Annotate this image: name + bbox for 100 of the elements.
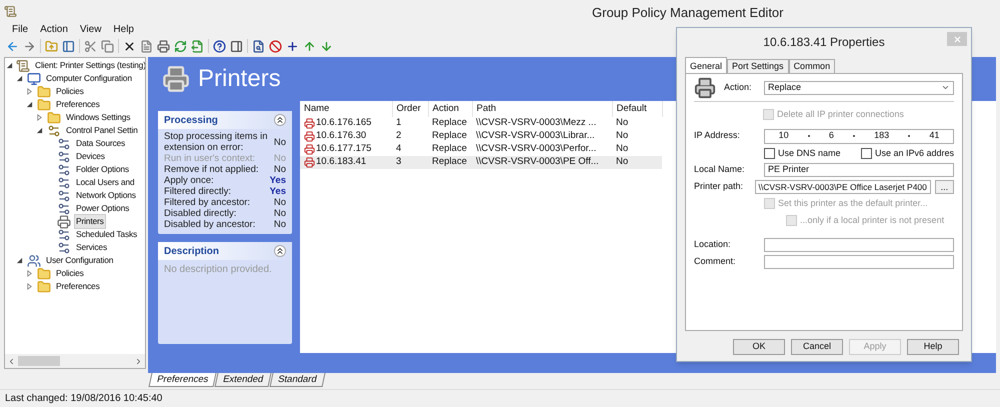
checkbox[interactable] bbox=[860, 148, 872, 159]
action-dropdown[interactable]: Replace bbox=[764, 80, 954, 94]
tree-item[interactable]: Client: Printer Settings (testing) bbox=[33, 58, 145, 73]
tab[interactable]: Common bbox=[788, 59, 836, 73]
menu-item[interactable]: Help bbox=[113, 22, 134, 37]
setting-icon bbox=[57, 228, 71, 242]
table-cell-text: 1 bbox=[396, 116, 402, 130]
collapse-arrow-icon[interactable] bbox=[16, 75, 24, 82]
back-icon[interactable] bbox=[6, 40, 19, 52]
table-cell-text: \\CVSR-VSRV-0003\Mezz ... bbox=[476, 116, 596, 130]
folder-icon bbox=[37, 266, 51, 280]
collapse-arrow-icon[interactable] bbox=[26, 101, 34, 108]
printer-path-field[interactable]: \\CVSR-VSRV-0003\PE Office Laserjet P400 bbox=[754, 180, 931, 194]
forward-icon[interactable] bbox=[23, 40, 36, 52]
dialog-button[interactable]: OK bbox=[733, 339, 785, 355]
browse-button[interactable]: ... bbox=[934, 180, 954, 194]
tab[interactable]: Standard bbox=[270, 373, 326, 387]
dialog-button[interactable]: Cancel bbox=[791, 339, 843, 355]
table-cell-text: \\CVSR-VSRV-0003\Librar... bbox=[476, 129, 595, 144]
tab[interactable]: Preferences bbox=[148, 373, 217, 387]
property-value: No bbox=[274, 219, 286, 230]
table-cell-text: Replace bbox=[432, 116, 467, 130]
panel-title: Processing bbox=[164, 114, 218, 128]
property-value: Yes bbox=[270, 175, 286, 186]
table-row[interactable]: 10.6.183.41 3 Replace \\CVSR-VSRV-0003\PE Off... No bbox=[300, 156, 662, 169]
property-value: No bbox=[274, 153, 286, 164]
location-field[interactable] bbox=[764, 238, 954, 252]
tree-item[interactable]: Preferences bbox=[54, 279, 102, 294]
menu-item[interactable]: View bbox=[80, 22, 102, 37]
tree-item[interactable]: Services bbox=[74, 240, 109, 255]
tree-item[interactable]: Folder Options bbox=[74, 162, 131, 177]
help-icon[interactable] bbox=[213, 40, 226, 52]
tab[interactable]: Port Settings bbox=[727, 59, 789, 73]
delete-icon[interactable] bbox=[123, 40, 136, 52]
cut-icon[interactable] bbox=[84, 40, 97, 52]
tab[interactable]: Extended bbox=[214, 373, 272, 387]
printer-icon[interactable] bbox=[157, 40, 170, 52]
expand-arrow-icon[interactable] bbox=[26, 88, 34, 95]
tree-item[interactable]: Scheduled Tasks bbox=[74, 227, 140, 242]
checkbox-label: ...only if a local printer is not present bbox=[800, 214, 944, 227]
ip-octet: 183 bbox=[874, 129, 890, 142]
export-icon[interactable] bbox=[191, 40, 204, 52]
setting-icon bbox=[57, 240, 71, 254]
copy-icon[interactable] bbox=[101, 40, 114, 52]
dialog-title: 10.6.183.41 Properties bbox=[763, 34, 885, 51]
collapse-icon[interactable] bbox=[274, 114, 286, 126]
tree-item[interactable]: Local Users and bbox=[74, 175, 136, 190]
tree-item[interactable]: Printers bbox=[74, 214, 106, 229]
tab[interactable]: General bbox=[685, 57, 728, 73]
panel-icon[interactable] bbox=[230, 40, 243, 52]
folder-up-icon[interactable] bbox=[45, 40, 58, 52]
tree-item[interactable]: Data Sources bbox=[74, 136, 128, 151]
comment-field[interactable] bbox=[764, 255, 954, 269]
scroll-left-icon[interactable] bbox=[7, 356, 16, 366]
tree-item[interactable]: Windows Settings bbox=[64, 110, 132, 125]
table-cell-text: \\CVSR-VSRV-0003\Perfor... bbox=[476, 142, 596, 156]
document-icon[interactable] bbox=[252, 40, 265, 52]
property-label: Remove if not applied: bbox=[164, 164, 259, 175]
checkbox-label: Delete all IP printer connections bbox=[777, 108, 904, 121]
tree-item[interactable]: Policies bbox=[54, 266, 86, 281]
scrollbar[interactable] bbox=[5, 354, 145, 368]
expand-arrow-icon[interactable] bbox=[36, 114, 44, 121]
expand-arrow-icon[interactable] bbox=[26, 270, 34, 277]
properties-icon[interactable] bbox=[140, 40, 153, 52]
down-arrow-icon[interactable] bbox=[320, 40, 333, 52]
dialog-button[interactable]: Help bbox=[907, 339, 959, 355]
table-cell-text: \\CVSR-VSRV-0003\PE Off... bbox=[476, 155, 599, 170]
table-cell-text: Replace bbox=[432, 129, 467, 144]
collapse-arrow-icon[interactable] bbox=[36, 127, 44, 134]
collapse-icon[interactable] bbox=[274, 245, 286, 257]
expand-arrow-icon[interactable] bbox=[26, 283, 34, 290]
collapse-arrow-icon[interactable] bbox=[16, 257, 24, 264]
table-cell-text: 3 bbox=[396, 155, 402, 170]
description-text: No description provided. bbox=[163, 263, 273, 277]
tree-item[interactable]: Power Options bbox=[74, 201, 132, 216]
refresh-icon[interactable] bbox=[174, 40, 187, 52]
field-label: Action: bbox=[724, 80, 753, 94]
ip-address-field[interactable]: 10 6 183 41 bbox=[764, 128, 954, 144]
collapse-arrow-icon[interactable] bbox=[6, 62, 13, 69]
tree-item[interactable]: Preferences bbox=[54, 97, 102, 112]
menu-item[interactable]: Action bbox=[40, 22, 68, 37]
up-arrow-icon[interactable] bbox=[303, 40, 316, 52]
property-label: Run in user's context: bbox=[164, 153, 256, 164]
checkbox[interactable] bbox=[764, 148, 775, 159]
tree-item[interactable]: Computer Configuration bbox=[44, 71, 134, 86]
scroll-icon bbox=[16, 58, 30, 72]
tree-item[interactable]: Control Panel Settin bbox=[64, 123, 140, 138]
setting-icon bbox=[57, 176, 71, 190]
printer-icon bbox=[162, 65, 190, 93]
panel-icon[interactable] bbox=[62, 40, 75, 52]
tree-item[interactable]: Network Options bbox=[74, 188, 138, 203]
tree-item[interactable]: Devices bbox=[74, 149, 107, 164]
tree-item[interactable]: Policies bbox=[54, 84, 86, 99]
tree-item[interactable]: User Configuration bbox=[44, 253, 116, 268]
menu-item[interactable]: File bbox=[12, 22, 28, 37]
property-label: Disabled by ancestor: bbox=[164, 219, 256, 230]
scroll-right-icon[interactable] bbox=[134, 356, 143, 366]
stop-icon[interactable] bbox=[269, 40, 282, 52]
local-name-field[interactable]: PE Printer bbox=[764, 163, 954, 177]
add-icon[interactable] bbox=[286, 40, 299, 52]
